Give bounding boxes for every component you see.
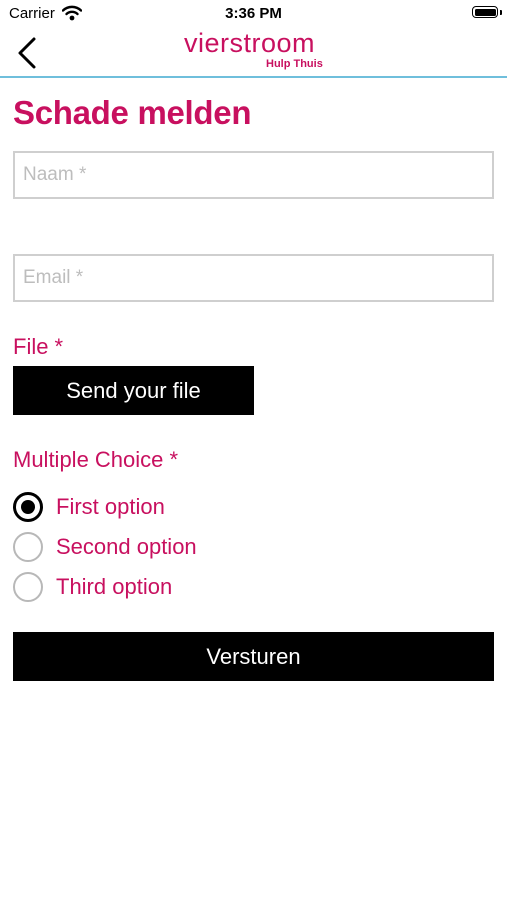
radio-label: Third option <box>56 574 173 599</box>
navigation-bar: vierstroom Hulp Thuis <box>0 28 507 78</box>
logo-tagline: Hulp Thuis <box>266 58 323 70</box>
radio-label: First option <box>56 494 165 519</box>
multiple-choice-label: Multiple Choice * <box>13 447 179 472</box>
battery-icon <box>472 6 498 18</box>
radio-third-option[interactable]: Third option <box>13 571 203 603</box>
clock: 3:36 PM <box>225 5 282 22</box>
name-field[interactable] <box>13 151 494 199</box>
chevron-left-icon <box>18 37 36 69</box>
radio-second-option[interactable]: Second option <box>13 531 223 563</box>
logo-text: vierstroom <box>184 28 316 58</box>
file-label: File * <box>13 334 64 359</box>
status-bar: Carrier 3:36 PM <box>0 0 507 28</box>
radio-selected-icon <box>13 492 43 522</box>
radio-first-option[interactable]: First option <box>13 491 193 523</box>
radio-unselected-icon <box>13 572 43 602</box>
submit-button[interactable]: Versturen <box>13 632 494 681</box>
radio-unselected-icon <box>13 532 43 562</box>
radio-label: Second option <box>56 534 197 559</box>
email-field[interactable] <box>13 254 494 302</box>
battery-tip-icon <box>500 10 502 15</box>
page-title: Schade melden <box>13 94 252 131</box>
back-button[interactable] <box>12 34 46 72</box>
vierstroom-logo: vierstroom Hulp Thuis <box>184 28 334 74</box>
send-file-button[interactable]: Send your file <box>13 366 254 415</box>
